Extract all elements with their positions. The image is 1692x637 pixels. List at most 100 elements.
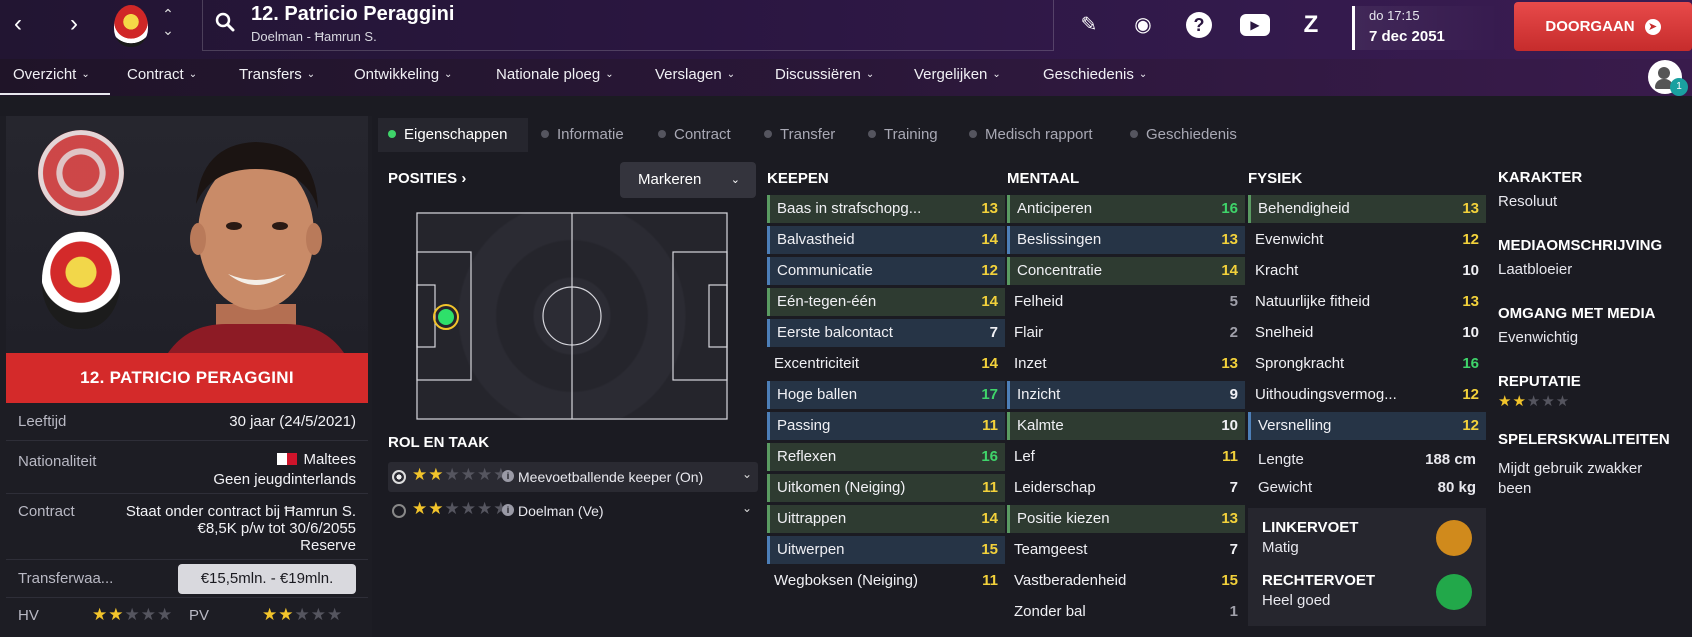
- role-radio[interactable]: [392, 470, 406, 484]
- chevron-down-icon: ⌄: [726, 69, 736, 80]
- subtab-label: Informatie: [557, 126, 624, 143]
- subtab-geschiedenis[interactable]: Geschiedenis: [1130, 126, 1237, 143]
- chevron-down-icon[interactable]: ⌄: [742, 467, 752, 481]
- attr-row[interactable]: Natuurlijke fitheid 13: [1248, 288, 1486, 316]
- edit-pencil-icon[interactable]: ✎: [1076, 12, 1102, 38]
- attr-name: Eerste balcontact: [777, 324, 893, 341]
- nav-item-overzicht[interactable]: Overzicht ⌄: [13, 66, 90, 83]
- social-feed-button[interactable]: 1: [1648, 60, 1688, 96]
- attr-row[interactable]: Kracht 10: [1248, 257, 1486, 285]
- nav-item-label: Vergelijken: [914, 66, 988, 83]
- attr-row[interactable]: Kalmte 10: [1007, 412, 1245, 440]
- attr-row[interactable]: Beslissingen 13: [1007, 226, 1245, 254]
- attr-row[interactable]: Communicatie 12: [767, 257, 1005, 285]
- attr-row[interactable]: Lef 11: [1007, 443, 1245, 471]
- pitch-diagram: [416, 212, 728, 420]
- nav-item-ontwikkeling[interactable]: Ontwikkeling ⌄: [354, 66, 452, 83]
- attr-row[interactable]: Leiderschap 7: [1007, 474, 1245, 502]
- attr-row[interactable]: Wegboksen (Neiging) 11: [767, 567, 1005, 595]
- right-foot-value: Heel goed: [1262, 592, 1331, 609]
- nav-item-nationale-ploeg[interactable]: Nationale ploeg ⌄: [496, 66, 614, 83]
- attr-row[interactable]: Concentratie 14: [1007, 257, 1245, 285]
- subtab-label: Geschiedenis: [1146, 126, 1237, 143]
- help-icon[interactable]: ?: [1186, 12, 1212, 38]
- brand-z-icon[interactable]: Z: [1298, 12, 1324, 38]
- video-play-icon[interactable]: ▶: [1240, 14, 1270, 36]
- position-marker-gk[interactable]: [438, 309, 454, 325]
- markeren-dropdown[interactable]: Markeren ⌄: [620, 162, 756, 198]
- club-crest-icon[interactable]: [114, 5, 148, 47]
- nav-item-verslagen[interactable]: Verslagen ⌄: [655, 66, 735, 83]
- nationality-value-wrap[interactable]: Maltees: [277, 451, 356, 468]
- nav-item-label: Overzicht: [13, 66, 77, 83]
- attr-row[interactable]: Excentriciteit 14: [767, 350, 1005, 378]
- attr-row[interactable]: Flair 2: [1007, 319, 1245, 347]
- attr-row[interactable]: Zonder bal 1: [1007, 598, 1245, 626]
- attr-row[interactable]: Reflexen 16: [767, 443, 1005, 471]
- back-arrow-icon[interactable]: ‹: [4, 10, 32, 38]
- attr-row[interactable]: Uithoudingsvermog... 12: [1248, 381, 1486, 409]
- attr-row[interactable]: Felheid 5: [1007, 288, 1245, 316]
- nav-item-geschiedenis[interactable]: Geschiedenis ⌄: [1043, 66, 1147, 83]
- role-stars: ★★★★★★: [412, 499, 510, 518]
- transfer-value-pill[interactable]: €15,5mln. - €19mln.: [178, 564, 356, 594]
- game-date[interactable]: do 17:15 7 dec 2051: [1352, 6, 1500, 50]
- attr-row[interactable]: Uittrappen 14: [767, 505, 1005, 533]
- attr-row[interactable]: Uitwerpen 15: [767, 536, 1005, 564]
- info-icon[interactable]: i: [502, 470, 514, 482]
- role-name: Meevoetballende keeper (On): [518, 469, 704, 485]
- attr-row[interactable]: Evenwicht 12: [1248, 226, 1486, 254]
- dot-icon: [541, 130, 549, 138]
- attr-row[interactable]: Vastberadenheid 15: [1007, 567, 1245, 595]
- attr-name: Teamgeest: [1014, 541, 1088, 558]
- attr-row[interactable]: Hoge ballen 17: [767, 381, 1005, 409]
- attr-row[interactable]: Behendigheid 13: [1248, 195, 1486, 223]
- attr-row[interactable]: Balvastheid 14: [767, 226, 1005, 254]
- attr-row[interactable]: Teamgeest 7: [1007, 536, 1245, 564]
- search-icon[interactable]: [215, 12, 235, 32]
- forward-arrow-icon[interactable]: ›: [60, 10, 88, 38]
- reputation-stars: ★★★★★: [1498, 393, 1571, 410]
- nav-item-contract[interactable]: Contract ⌄: [127, 66, 197, 83]
- subtab-contract[interactable]: Contract: [658, 126, 731, 143]
- attr-name: Concentratie: [1017, 262, 1103, 279]
- attr-row[interactable]: Passing 11: [767, 412, 1005, 440]
- nav-item-transfers[interactable]: Transfers ⌄: [239, 66, 315, 83]
- keepen-heading: KEEPEN: [767, 170, 829, 187]
- attr-value: 12: [1462, 417, 1479, 434]
- attr-row[interactable]: Eén-tegen-één 14: [767, 288, 1005, 316]
- subtab-eigenschappen[interactable]: Eigenschappen: [388, 126, 507, 143]
- attr-value: 12: [1462, 231, 1479, 248]
- left-boot-icon: [1436, 520, 1472, 556]
- avatar-head: [1658, 67, 1670, 79]
- attr-row[interactable]: Snelheid 10: [1248, 319, 1486, 347]
- subtab-transfer[interactable]: Transfer: [764, 126, 835, 143]
- attr-row[interactable]: Inzicht 9: [1007, 381, 1245, 409]
- nav-item-vergelijken[interactable]: Vergelijken ⌄: [914, 66, 1001, 83]
- attr-row[interactable]: Anticiperen 16: [1007, 195, 1245, 223]
- subtab-medisch-rapport[interactable]: Medisch rapport: [969, 126, 1093, 143]
- attr-row[interactable]: Baas in strafschopg... 13: [767, 195, 1005, 223]
- attr-name: Wegboksen (Neiging): [774, 572, 918, 589]
- attr-row[interactable]: Sprongkracht 16: [1248, 350, 1486, 378]
- subtab-informatie[interactable]: Informatie: [541, 126, 624, 143]
- player-switch-arrows[interactable]: ⌃ ⌄: [160, 6, 176, 38]
- attr-name: Behendigheid: [1258, 200, 1350, 217]
- role-radio[interactable]: [392, 504, 406, 518]
- continue-button[interactable]: DOORGAAN ➤: [1514, 2, 1692, 51]
- role-row-doelman[interactable]: ★★★★★★ i Doelman (Ve) ⌄: [388, 496, 758, 526]
- attr-row[interactable]: Uitkomen (Neiging) 11: [767, 474, 1005, 502]
- positions-heading[interactable]: POSITIES ›: [388, 170, 466, 187]
- info-icon[interactable]: i: [502, 504, 514, 516]
- karakter-heading: KARAKTER: [1498, 169, 1583, 186]
- nav-item-discussieren[interactable]: Discussiëren ⌄: [775, 66, 874, 83]
- subtab-training[interactable]: Training: [868, 126, 938, 143]
- chevron-down-icon[interactable]: ⌄: [742, 501, 752, 515]
- attr-row[interactable]: Versnelling 12: [1248, 412, 1486, 440]
- globe-icon[interactable]: ◉: [1130, 12, 1156, 38]
- role-row-meevoetballende-keeper[interactable]: ★★★★★★ i Meevoetballende keeper (On) ⌄: [388, 462, 758, 492]
- player-search-box[interactable]: 12. Patricio Peraggini Doelman - Ħamrun …: [202, 0, 1054, 51]
- attr-row[interactable]: Positie kiezen 13: [1007, 505, 1245, 533]
- attr-row[interactable]: Eerste balcontact 7: [767, 319, 1005, 347]
- attr-row[interactable]: Inzet 13: [1007, 350, 1245, 378]
